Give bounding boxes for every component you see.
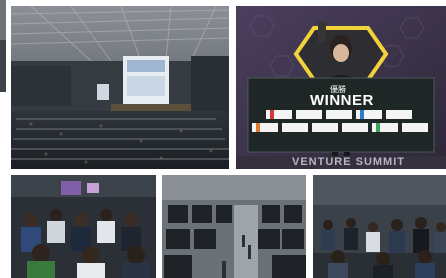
auditorium-wide-photo: [11, 6, 229, 169]
winner-stage-photo: 優勝 WINNER VENTURE SUMMIT: [236, 6, 446, 169]
networking-crowd-photo: [313, 175, 446, 278]
event-name-banner: VENTURE SUMMIT: [292, 156, 405, 168]
edge-photo-strip: [0, 0, 6, 92]
exhibition-booths-photo: [162, 175, 306, 278]
audience-closeup-photo: [11, 175, 156, 278]
winner-title: WINNER: [310, 92, 374, 109]
